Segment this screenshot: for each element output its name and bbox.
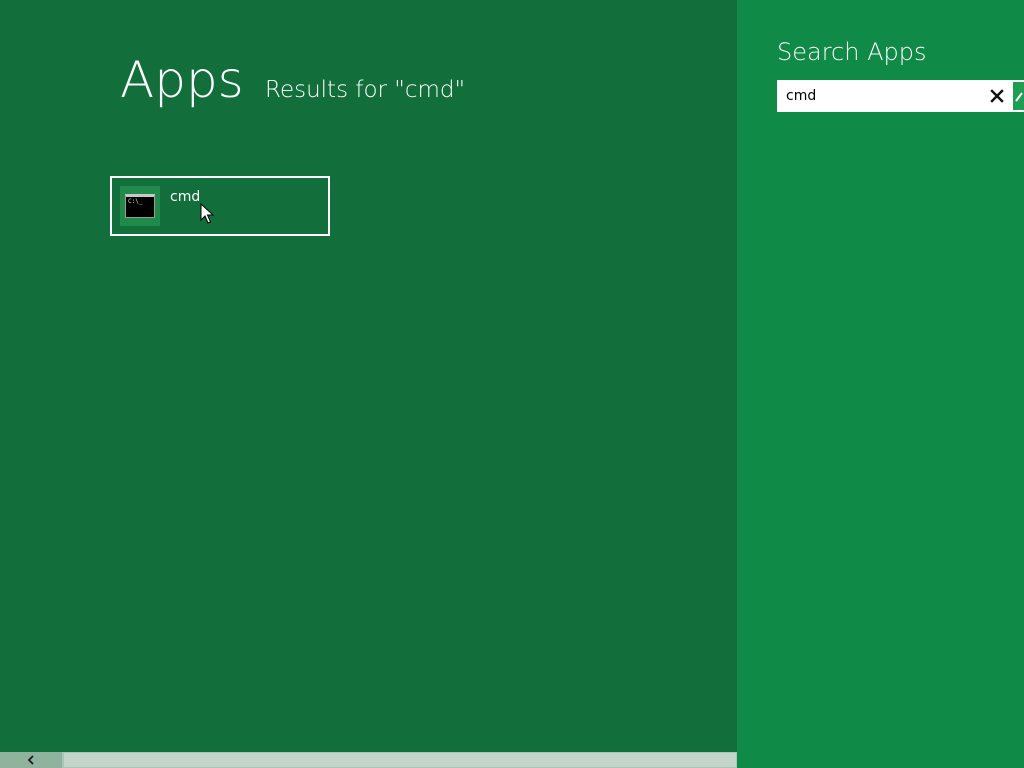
mouse-pointer-icon [200, 203, 214, 224]
search-box [777, 80, 1024, 112]
close-icon [990, 89, 1004, 103]
scroll-left-button[interactable] [0, 752, 62, 768]
search-arrow-icon [1015, 92, 1023, 102]
app-result-label: cmd [170, 189, 201, 205]
results-subtitle: Results for "cmd" [265, 77, 466, 103]
app-result-cmd[interactable]: C:\_ cmd [110, 176, 330, 236]
command-prompt-icon: C:\_ [125, 194, 155, 218]
search-go-button[interactable] [1013, 82, 1024, 110]
command-prompt-icon-text: C:\_ [128, 198, 143, 205]
search-pane-title: Search Apps [777, 38, 927, 66]
horizontal-scrollbar[interactable] [0, 752, 737, 768]
page-title: Apps [120, 51, 244, 109]
apps-results-area: Apps Results for "cmd" C:\_ cmd [0, 0, 737, 768]
app-icon-tile: C:\_ [120, 186, 160, 226]
search-input[interactable] [777, 80, 977, 112]
chevron-left-icon [27, 755, 34, 765]
clear-search-button[interactable] [983, 80, 1011, 112]
scroll-thumb[interactable] [64, 753, 736, 767]
search-pane: Search Apps [737, 0, 1024, 768]
start-screen: Apps Results for "cmd" C:\_ cmd Search A… [0, 0, 1024, 768]
